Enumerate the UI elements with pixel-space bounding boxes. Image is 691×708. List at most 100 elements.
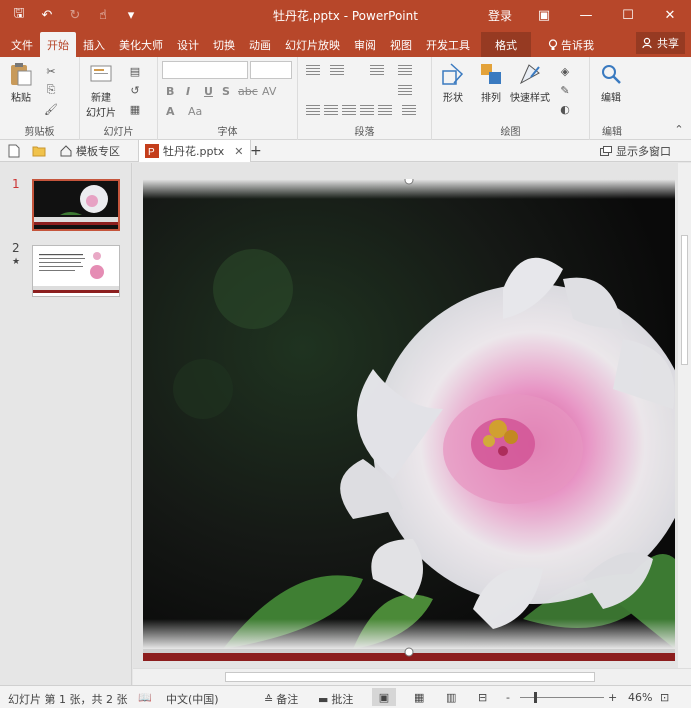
tab-file[interactable]: 文件 bbox=[4, 32, 40, 57]
tab-transitions[interactable]: 切换 bbox=[206, 32, 242, 57]
numbering-icon[interactable] bbox=[330, 65, 344, 76]
slideshow-icon[interactable]: ⊟ bbox=[478, 691, 487, 704]
editing-group: 编辑 编辑 bbox=[590, 57, 634, 140]
zoom-slider[interactable] bbox=[520, 692, 604, 703]
editing-label: 编辑 bbox=[602, 127, 622, 138]
tab-template-zone[interactable]: 模板专区 bbox=[60, 140, 120, 162]
new-file-icon[interactable] bbox=[8, 140, 20, 162]
align-right-icon[interactable] bbox=[342, 105, 356, 116]
maximize-icon[interactable]: ☐ bbox=[607, 0, 649, 30]
format-painter-icon[interactable]: 🖌 bbox=[42, 101, 60, 117]
tab-beautify[interactable]: 美化大师 bbox=[112, 32, 170, 57]
slide-1[interactable] bbox=[143, 179, 675, 661]
ribbon-display-icon[interactable]: ▣ bbox=[523, 0, 565, 30]
clipboard-group: 粘贴 ✂ ⎘ 🖌 剪贴板 bbox=[0, 57, 80, 140]
slide-sorter-icon[interactable]: ▦ bbox=[414, 691, 424, 704]
align-left-icon[interactable] bbox=[306, 105, 320, 116]
share-button[interactable]: 共享 bbox=[636, 32, 685, 54]
quick-styles-icon bbox=[519, 64, 540, 85]
tab-home[interactable]: 开始 bbox=[40, 32, 76, 57]
underline-button[interactable]: U bbox=[204, 85, 213, 98]
zoom-level[interactable]: 46% bbox=[628, 691, 652, 704]
new-tab-button[interactable]: + bbox=[250, 140, 262, 162]
tab-developer[interactable]: 开发工具 bbox=[419, 32, 477, 57]
bold-button[interactable]: B bbox=[166, 85, 174, 98]
svg-text:P: P bbox=[148, 147, 155, 158]
slide-1-thumbnail[interactable] bbox=[32, 179, 120, 231]
peony-photo[interactable] bbox=[143, 179, 675, 661]
line-spacing-icon[interactable] bbox=[370, 65, 384, 76]
align-text-icon[interactable] bbox=[398, 85, 412, 96]
shape-outline-icon[interactable]: ✎ bbox=[556, 82, 574, 98]
char-spacing-button[interactable]: AV bbox=[262, 85, 276, 98]
spellcheck-icon[interactable]: 📖 bbox=[138, 691, 152, 704]
copy-icon[interactable]: ⎘ bbox=[42, 82, 60, 98]
login-link[interactable]: 登录 bbox=[488, 7, 512, 24]
notes-button[interactable]: ≙ 备注 bbox=[264, 691, 298, 707]
multi-window-button[interactable]: 显示多窗口 bbox=[600, 140, 671, 162]
section-icon[interactable]: ▦ bbox=[126, 101, 144, 117]
comments-button[interactable]: ▬ 批注 bbox=[318, 691, 353, 707]
justify-icon[interactable] bbox=[360, 105, 374, 116]
slide-2-thumbnail[interactable] bbox=[32, 245, 120, 297]
columns-icon[interactable] bbox=[378, 105, 392, 116]
zoom-out-button[interactable]: - bbox=[506, 691, 510, 704]
tab-insert[interactable]: 插入 bbox=[76, 32, 112, 57]
vertical-scroll-thumb[interactable] bbox=[681, 235, 688, 365]
shape-fill-icon[interactable]: ◈ bbox=[556, 63, 574, 79]
layout-icon[interactable]: ▤ bbox=[126, 63, 144, 79]
reading-view-icon[interactable]: ▥ bbox=[446, 691, 456, 704]
slides-group: 新建 幻灯片 ▤ ↺ ▦ 幻灯片 bbox=[80, 57, 158, 140]
shape-effects-icon[interactable]: ◐ bbox=[556, 101, 574, 117]
reset-icon[interactable]: ↺ bbox=[126, 82, 144, 98]
document-tabs: 模板专区 P 牡丹花.pptx ✕ + 显示多窗口 bbox=[0, 140, 691, 162]
tab-animations[interactable]: 动画 bbox=[242, 32, 278, 57]
change-case-button[interactable]: Aa bbox=[188, 105, 202, 118]
open-folder-icon[interactable] bbox=[32, 140, 46, 162]
collapse-ribbon-icon[interactable]: ⌃ bbox=[670, 121, 688, 137]
tab-slideshow[interactable]: 幻灯片放映 bbox=[278, 32, 347, 57]
fit-slide-icon[interactable]: ⊡ bbox=[660, 691, 669, 704]
bullets-icon[interactable] bbox=[306, 65, 320, 76]
text-direction-icon[interactable] bbox=[398, 65, 412, 76]
horizontal-scroll-thumb[interactable] bbox=[225, 672, 595, 682]
quick-styles-button[interactable]: 快速样式 bbox=[510, 61, 550, 104]
zoom-in-button[interactable]: + bbox=[608, 691, 617, 704]
tell-me-box[interactable]: 告诉我 bbox=[541, 32, 601, 57]
edit-button[interactable]: 编辑 bbox=[598, 61, 624, 104]
font-size-field[interactable] bbox=[250, 61, 292, 79]
tab-design[interactable]: 设计 bbox=[170, 32, 206, 57]
font-label: 字体 bbox=[217, 127, 238, 138]
font-name-field[interactable] bbox=[162, 61, 248, 79]
ribbon: 粘贴 ✂ ⎘ 🖌 剪贴板 新建 幻灯片 ▤ ↺ ▦ 幻灯片 B I U S ab… bbox=[0, 57, 691, 140]
arrange-button[interactable]: 排列 bbox=[478, 61, 504, 104]
tab-document[interactable]: P 牡丹花.pptx ✕ bbox=[138, 140, 251, 162]
smartart-icon[interactable] bbox=[402, 105, 416, 116]
cut-icon[interactable]: ✂ bbox=[42, 63, 60, 79]
arrange-icon bbox=[481, 64, 501, 84]
home-icon bbox=[60, 145, 72, 157]
horizontal-scrollbar[interactable] bbox=[133, 668, 691, 685]
zoom-slider-thumb[interactable] bbox=[534, 692, 537, 703]
close-tab-icon[interactable]: ✕ bbox=[234, 145, 243, 158]
new-slide-button[interactable]: 新建 幻灯片 bbox=[86, 61, 116, 119]
slide-thumbnails-pane: 1 2 ★ bbox=[0, 163, 132, 685]
tab-review[interactable]: 审阅 bbox=[347, 32, 383, 57]
tab-format[interactable]: 格式 bbox=[481, 32, 531, 57]
language-status[interactable]: 中文(中国) bbox=[166, 691, 219, 707]
strikethrough-button[interactable]: abc bbox=[238, 85, 258, 98]
shapes-button[interactable]: 形状 bbox=[440, 61, 466, 104]
paste-button[interactable]: 粘贴 bbox=[8, 61, 34, 104]
tab-view[interactable]: 视图 bbox=[383, 32, 419, 57]
font-color-button[interactable]: A bbox=[166, 105, 175, 118]
normal-view-icon[interactable]: ▣ bbox=[372, 688, 396, 706]
window-controls: ▣ — ☐ ✕ bbox=[523, 0, 691, 30]
close-icon[interactable]: ✕ bbox=[649, 0, 691, 30]
shapes-icon bbox=[442, 63, 464, 85]
italic-button[interactable]: I bbox=[186, 85, 190, 98]
vertical-scrollbar[interactable] bbox=[678, 163, 691, 668]
minimize-icon[interactable]: — bbox=[565, 0, 607, 30]
shadow-button[interactable]: S bbox=[222, 85, 230, 98]
folder-icon bbox=[32, 146, 46, 157]
align-center-icon[interactable] bbox=[324, 105, 338, 116]
